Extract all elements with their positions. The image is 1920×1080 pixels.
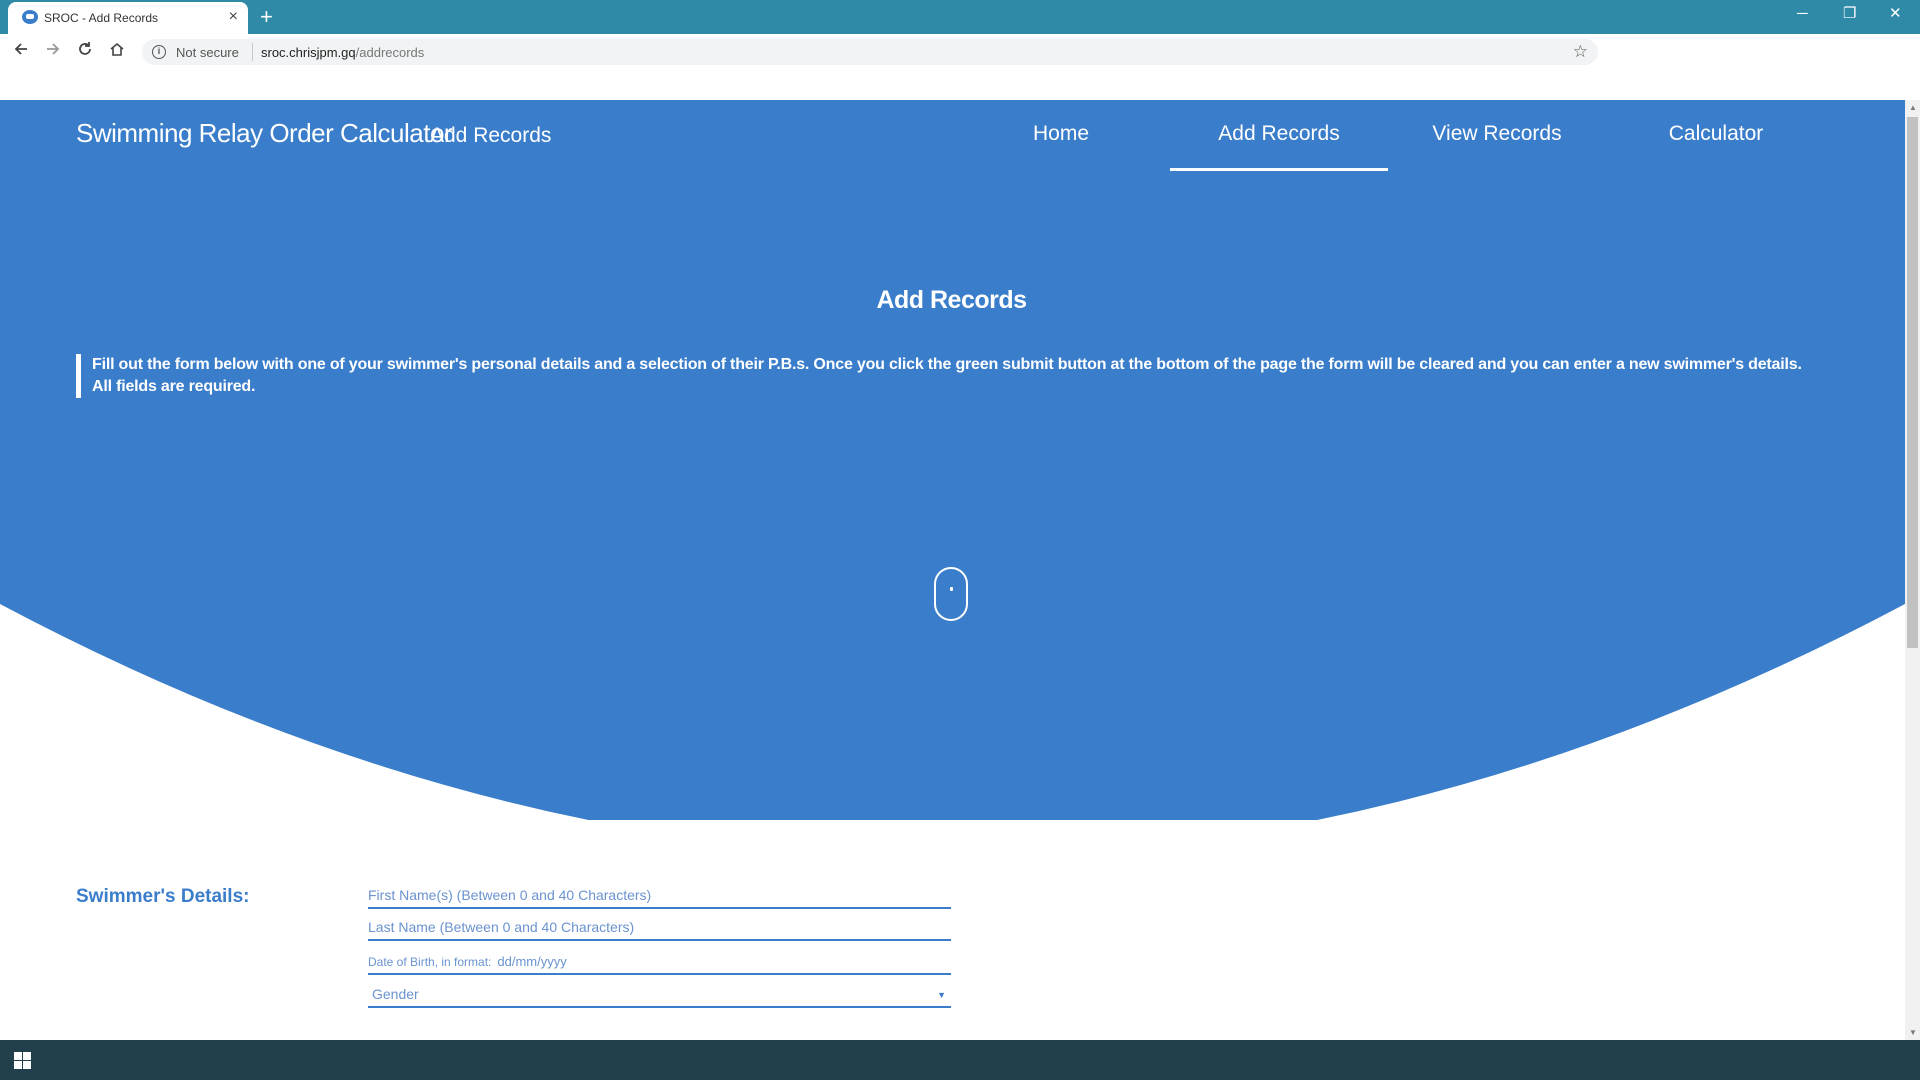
hero-section: Swimming Relay Order Calculator Add Reco… [0,100,1905,820]
page-content: Swimming Relay Order Calculator Add Reco… [0,100,1920,1040]
nav-calculator[interactable]: Calculator [1607,122,1825,146]
back-icon[interactable] [10,41,32,63]
url-text[interactable]: sroc.chrisjpm.gq/addrecords [261,45,424,60]
nav-home[interactable]: Home [952,122,1170,146]
dob-format: dd/mm/yyyy [497,954,567,969]
gender-field[interactable]: Gender ▼ [368,986,951,1008]
dob-field[interactable]: Date of Birth, in format: dd/mm/yyyy [368,953,951,975]
scroll-down-icon[interactable]: ▼ [1909,1028,1917,1037]
reload-icon[interactable] [74,41,96,63]
last-name-field [368,919,951,941]
first-name-input[interactable] [368,887,951,907]
security-label: Not secure [176,45,239,60]
windows-start-icon[interactable] [14,1052,31,1069]
browser-toolbar: i Not secure sroc.chrisjpm.gq/addrecords… [0,34,1920,70]
nav-active-indicator [1170,168,1388,171]
dob-label: Date of Birth, in format: [368,955,492,969]
url-path: /addrecords [355,45,425,60]
os-taskbar [0,1040,1920,1080]
nav-view-records[interactable]: View Records [1388,122,1606,146]
restore-icon[interactable]: ❐ [1843,4,1856,24]
forward-icon[interactable] [42,41,64,63]
scroll-thumb[interactable] [1907,117,1918,648]
page-scrollbar[interactable]: ▲ ▼ [1905,100,1920,1040]
address-bar[interactable]: i Not secure sroc.chrisjpm.gq/addrecords… [142,39,1598,65]
instructions-text: Fill out the form below with one of your… [76,354,1816,398]
dropdown-caret-icon: ▼ [937,990,946,1000]
page-subtitle: Add Records [430,124,552,147]
last-name-input[interactable] [368,919,951,939]
dob-input[interactable]: Date of Birth, in format: dd/mm/yyyy [368,953,951,973]
nav-add-records[interactable]: Add Records [1170,122,1388,146]
instructions-required: All fields are required. [92,378,256,395]
tab-close-icon[interactable]: × [229,8,238,26]
browser-tab[interactable]: SROC - Add Records × [8,2,248,34]
instructions-body: Fill out the form below with one of your… [92,356,1802,373]
info-icon[interactable]: i [152,45,166,59]
url-host: sroc.chrisjpm.gq [261,45,356,60]
home-icon[interactable] [106,41,128,63]
gender-select[interactable]: Gender [368,986,951,1006]
first-name-field [368,887,951,909]
new-tab-icon[interactable]: + [260,4,273,30]
swimmer-details-label: Swimmer's Details: [76,886,250,907]
site-favicon-icon [22,10,38,24]
scroll-mouse-icon[interactable] [934,567,968,621]
close-window-icon[interactable]: ✕ [1889,4,1902,24]
page-title: Add Records [876,286,1027,314]
hero-background [0,100,1905,820]
browser-tab-bar: SROC - Add Records × + ─ ❐ ✕ [0,0,1920,34]
url-divider [252,43,253,61]
mouse-wheel-dot [950,587,953,591]
minimize-icon[interactable]: ─ [1797,4,1808,24]
tab-title: SROC - Add Records [44,11,159,25]
scroll-up-icon[interactable]: ▲ [1909,103,1917,112]
site-brand[interactable]: Swimming Relay Order Calculator [76,118,453,149]
bookmark-star-icon[interactable]: ☆ [1573,42,1588,62]
